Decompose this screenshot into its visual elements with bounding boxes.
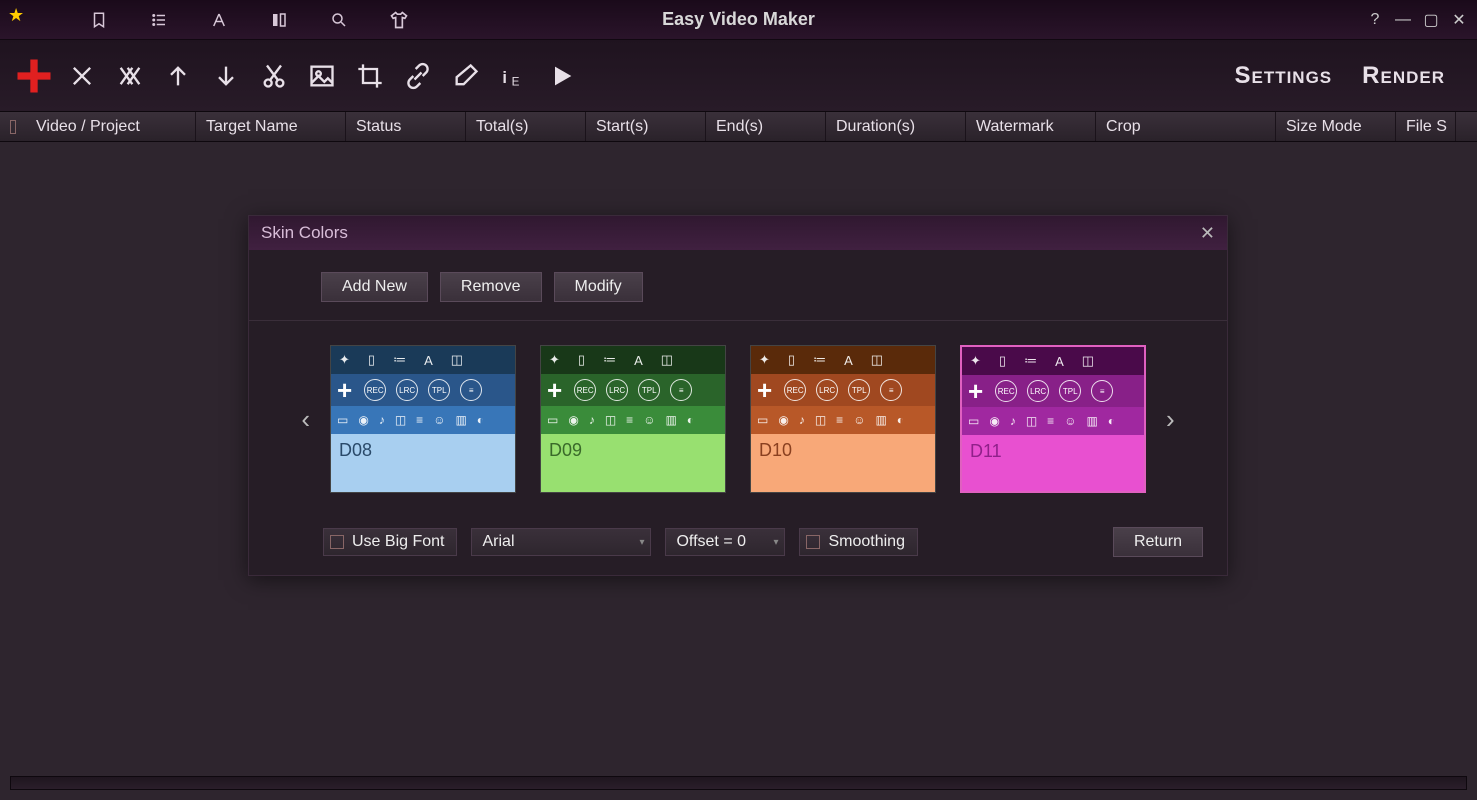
text-icon[interactable]	[208, 9, 230, 31]
crop-button[interactable]	[348, 54, 392, 98]
offset-value: Offset = 0	[676, 533, 746, 551]
skin-thumb-d09[interactable]: ✦▯≔A◫+RECLRCTPL≡▭◉♪◫≡☺▥◐D09	[540, 345, 726, 493]
columns-icon[interactable]	[268, 9, 290, 31]
select-all-checkbox[interactable]	[0, 112, 26, 141]
settings-link[interactable]: Settings	[1234, 62, 1332, 90]
edit-info-button[interactable]: iE	[492, 54, 536, 98]
status-bar	[10, 776, 1467, 790]
remove-button[interactable]: Remove	[440, 272, 542, 302]
help-icon[interactable]: ?	[1365, 10, 1385, 30]
column-header[interactable]: Crop	[1096, 112, 1276, 141]
menu-icons	[88, 9, 410, 31]
column-header[interactable]: Video / Project	[26, 112, 196, 141]
add-new-button[interactable]: Add New	[321, 272, 428, 302]
column-header[interactable]: End(s)	[706, 112, 826, 141]
move-down-button[interactable]	[204, 54, 248, 98]
column-header[interactable]: Start(s)	[586, 112, 706, 141]
skin-thumb-d10[interactable]: ✦▯≔A◫+RECLRCTPL≡▭◉♪◫≡☺▥◐D10	[750, 345, 936, 493]
svg-text:i: i	[502, 69, 507, 87]
column-header[interactable]: Duration(s)	[826, 112, 966, 141]
skin-carousel: ‹ ✦▯≔A◫+RECLRCTPL≡▭◉♪◫≡☺▥◐D08✦▯≔A◫+RECLR…	[273, 345, 1203, 493]
skin-colors-dialog: Skin Colors ✕ Add New Remove Modify ‹ ✦▯…	[248, 215, 1228, 576]
skin-label: D08	[331, 434, 515, 492]
column-header[interactable]: Target Name	[196, 112, 346, 141]
skin-label: D09	[541, 434, 725, 492]
font-combo[interactable]: Arial ▾	[471, 528, 651, 556]
use-big-font-checkbox[interactable]: Use Big Font	[323, 528, 457, 556]
move-up-button[interactable]	[156, 54, 200, 98]
modify-button[interactable]: Modify	[554, 272, 643, 302]
skin-thumb-d08[interactable]: ✦▯≔A◫+RECLRCTPL≡▭◉♪◫≡☺▥◐D08	[330, 345, 516, 493]
image-button[interactable]	[300, 54, 344, 98]
offset-combo[interactable]: Offset = 0 ▾	[665, 528, 785, 556]
dialog-close-icon[interactable]: ✕	[1200, 223, 1215, 244]
close-icon[interactable]: ✕	[1449, 10, 1469, 30]
smoothing-label: Smoothing	[828, 533, 905, 551]
skin-thumb-d11[interactable]: ✦▯≔A◫+RECLRCTPL≡▭◉♪◫≡☺▥◐D11	[960, 345, 1146, 493]
chevron-down-icon: ▾	[639, 537, 644, 548]
render-link[interactable]: Render	[1362, 62, 1445, 90]
svg-text:E: E	[512, 75, 520, 88]
column-headers: Video / ProjectTarget NameStatusTotal(s)…	[0, 112, 1477, 142]
carousel-prev-icon[interactable]: ‹	[295, 396, 316, 443]
column-header[interactable]: Watermark	[966, 112, 1096, 141]
window-controls: ? — ▢ ✕	[1365, 10, 1469, 30]
use-big-font-label: Use Big Font	[352, 533, 444, 551]
skin-label: D11	[962, 435, 1144, 491]
column-header[interactable]: Total(s)	[466, 112, 586, 141]
skin-label: D10	[751, 434, 935, 492]
link-button[interactable]	[396, 54, 440, 98]
titlebar: Easy Video Maker ? — ▢ ✕	[0, 0, 1477, 40]
app-title: Easy Video Maker	[662, 9, 815, 30]
bookmark-icon[interactable]	[88, 9, 110, 31]
cut-button[interactable]	[252, 54, 296, 98]
column-header[interactable]: Status	[346, 112, 466, 141]
dialog-title: Skin Colors	[261, 223, 348, 243]
eraser-button[interactable]	[444, 54, 488, 98]
search-icon[interactable]	[328, 9, 350, 31]
toolbar: iE Settings Render	[0, 40, 1477, 112]
chevron-down-icon: ▾	[773, 537, 778, 548]
delete-button[interactable]	[60, 54, 104, 98]
dialog-title-bar: Skin Colors ✕	[249, 216, 1227, 250]
smoothing-checkbox[interactable]: Smoothing	[799, 528, 918, 556]
maximize-icon[interactable]: ▢	[1421, 10, 1441, 30]
minimize-icon[interactable]: —	[1393, 10, 1413, 30]
delete-all-button[interactable]	[108, 54, 152, 98]
font-value: Arial	[482, 533, 514, 551]
shirt-icon[interactable]	[388, 9, 410, 31]
carousel-next-icon[interactable]: ›	[1160, 396, 1181, 443]
column-header[interactable]: File S	[1396, 112, 1456, 141]
return-button[interactable]: Return	[1113, 527, 1203, 557]
column-header[interactable]: Size Mode	[1276, 112, 1396, 141]
play-button[interactable]	[540, 54, 584, 98]
app-logo-icon	[8, 5, 38, 35]
add-button[interactable]	[12, 54, 56, 98]
list-icon[interactable]	[148, 9, 170, 31]
main-area: Skin Colors ✕ Add New Remove Modify ‹ ✦▯…	[0, 142, 1477, 770]
